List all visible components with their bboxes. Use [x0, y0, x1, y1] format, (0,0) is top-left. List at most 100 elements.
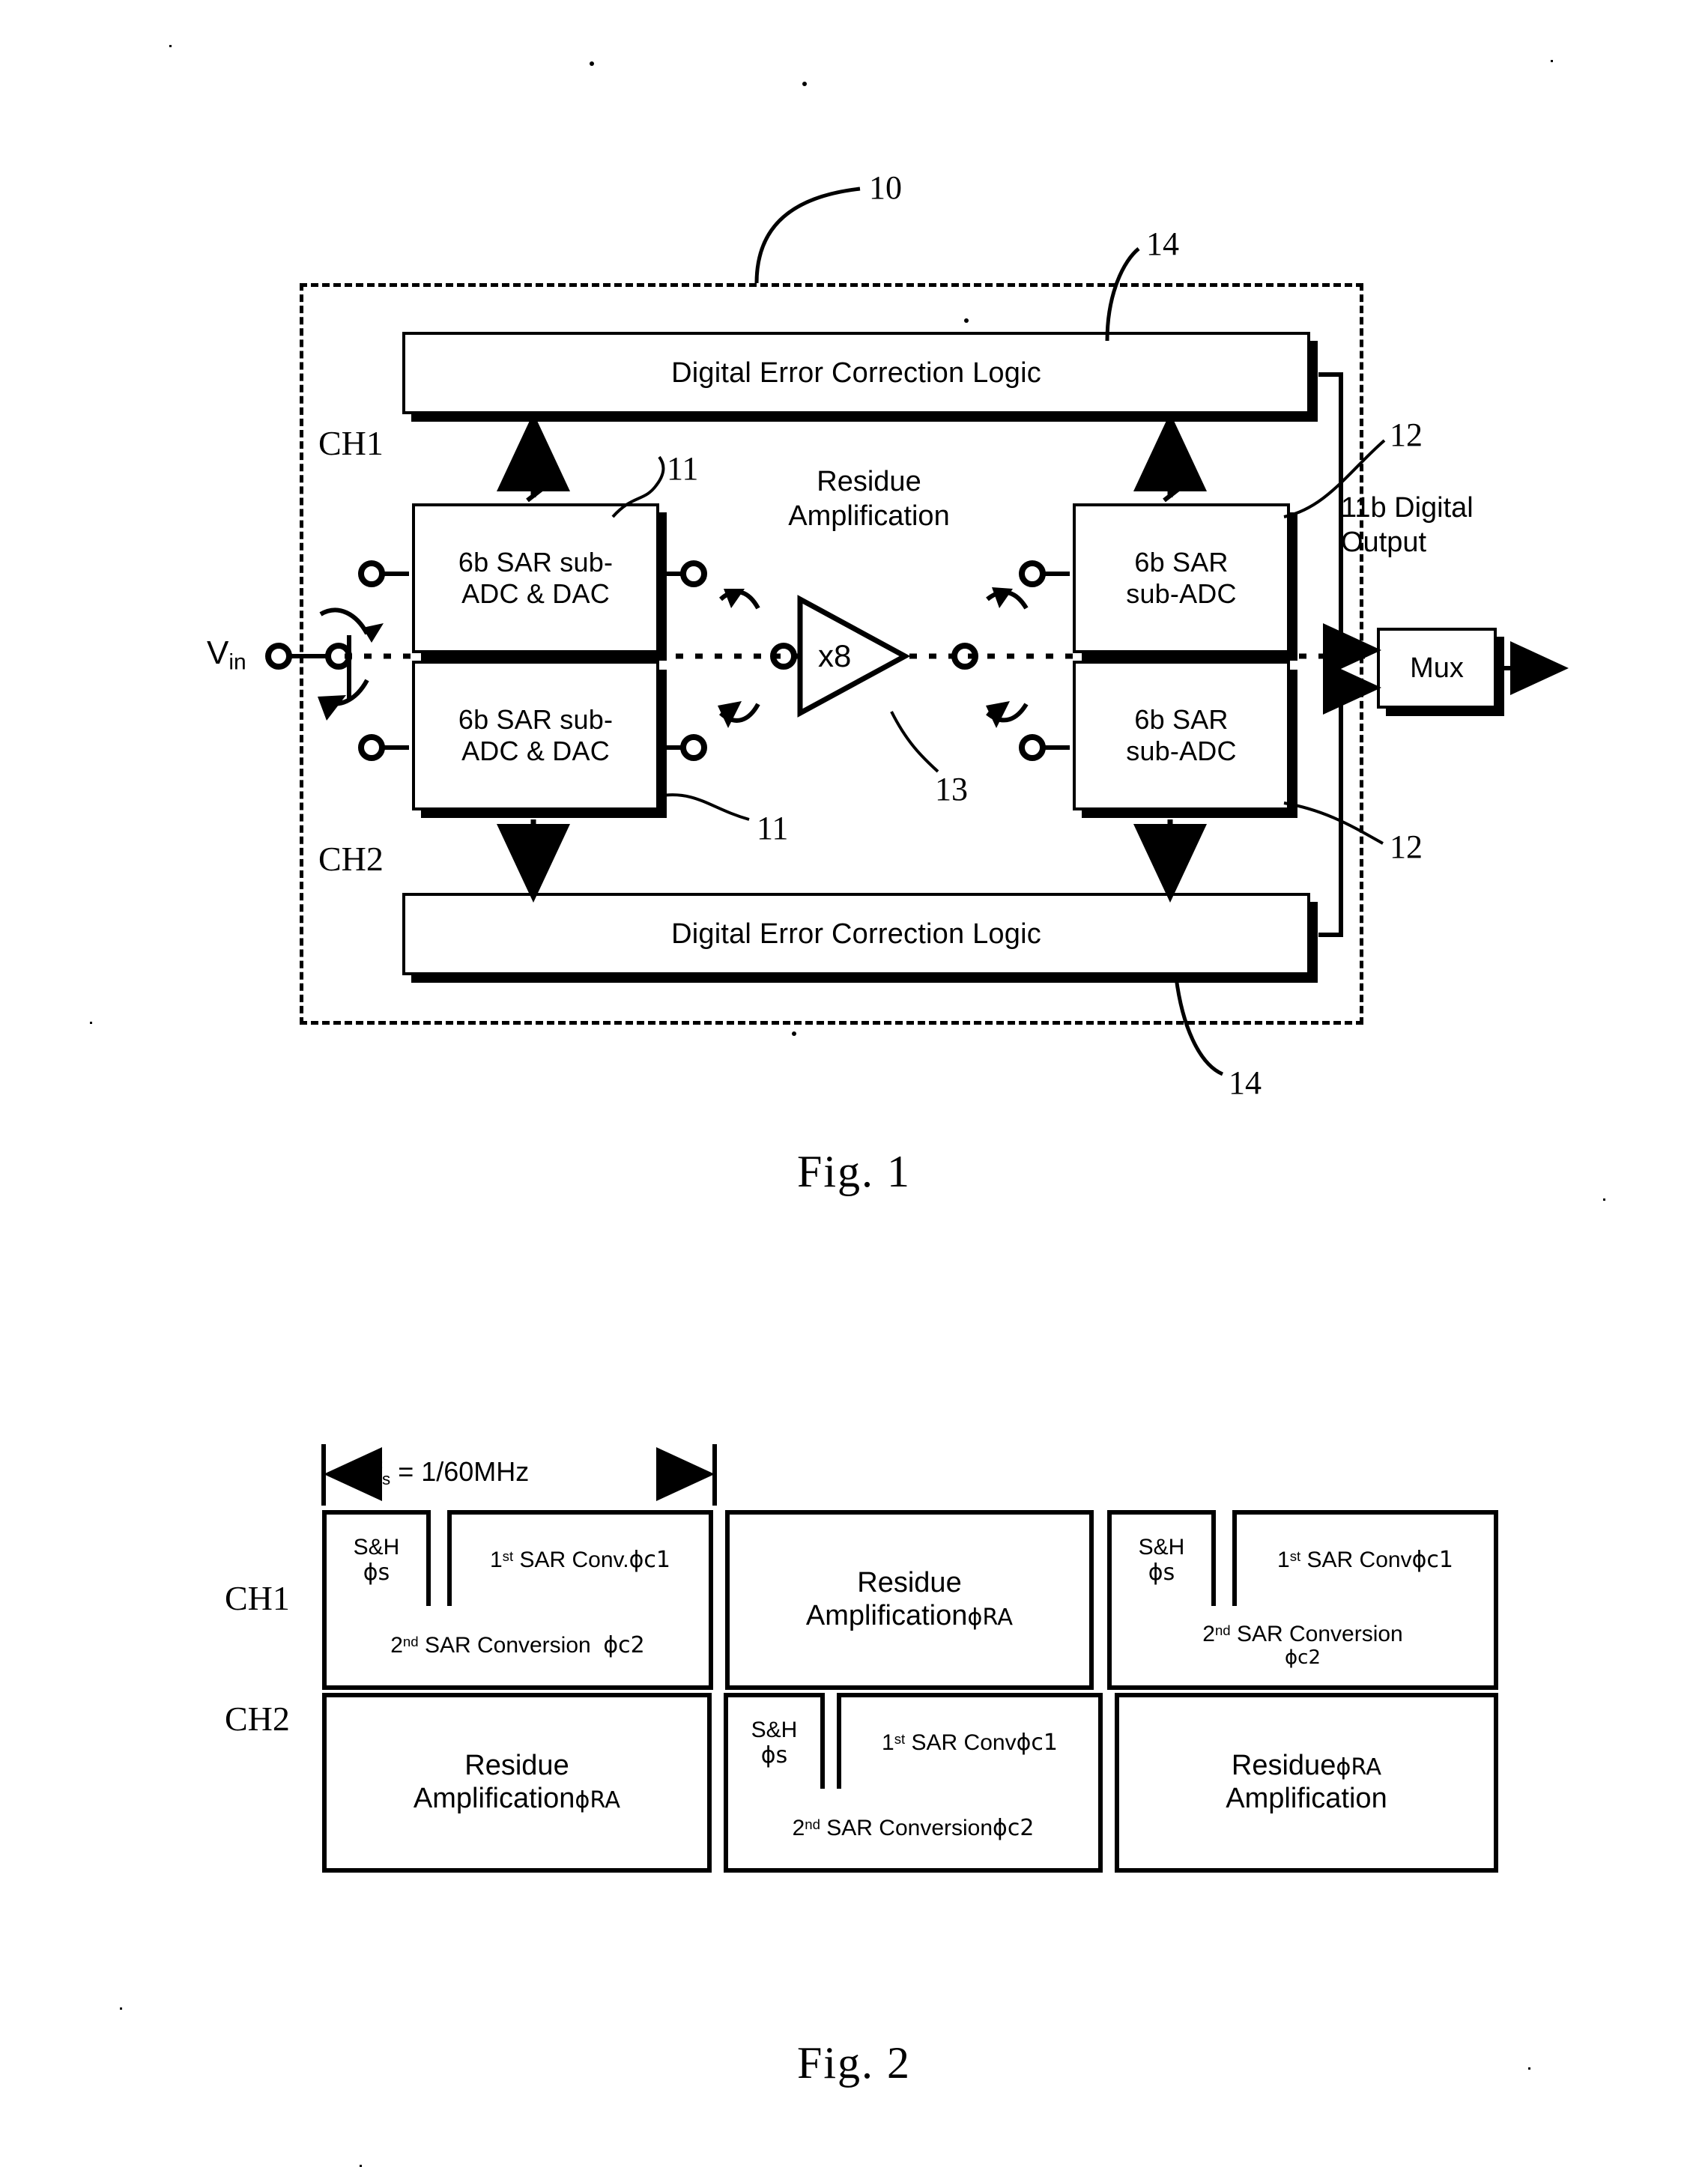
ch2-conv2-phase: ϕc2	[993, 1814, 1035, 1841]
ch2-sh1-text: S&H ϕs	[751, 1718, 798, 1769]
ch1-conv2b-num: 2	[1202, 1621, 1215, 1646]
ch1-sh1-label: S&H	[353, 1534, 400, 1560]
ch2-conv1-text: 1st SAR Convϕc1	[882, 1730, 1058, 1757]
ch1-ra1-phase: ϕRA	[967, 1604, 1014, 1631]
terminal-sar-dac-bottom-in	[358, 734, 385, 761]
ch2-second-sar-conversion-1: 2nd SAR Conversionϕc2	[724, 1789, 1103, 1873]
ch1-conv2-phase: ϕc2	[603, 1631, 645, 1658]
ch1-sample-hold-2: S&H ϕs	[1107, 1510, 1216, 1606]
ch1-conv1b-phase: ϕc1	[1411, 1546, 1453, 1573]
terminal-sar-adc-bottom-in	[1019, 734, 1046, 761]
ch1-second-sar-conversion-2: 2nd SAR Conversion ϕc2	[1107, 1606, 1498, 1690]
ch2-conv2-num: 2	[792, 1815, 805, 1840]
ch2-conv1-num: 1	[882, 1730, 894, 1755]
ch2-ra1-text: Residue AmplificationϕRA	[414, 1750, 620, 1815]
figure-2-caption: Fig. 2	[796, 2038, 912, 2088]
ch1-conv1-ord: st	[502, 1548, 514, 1564]
ch1-sh2-label: S&H	[1138, 1534, 1185, 1560]
ch1-first-sar-conversion-1: 1st SAR Conv.ϕc1	[447, 1510, 713, 1606]
terminal-sar-adc-top-in	[1019, 560, 1046, 587]
ch2-ra2-line1: Residue	[1231, 1750, 1336, 1782]
figure-2: 1/fs = 1/60MHz CH1 CH2 S&H ϕs 1st SAR Co…	[0, 1273, 1708, 2154]
leader-line-12-bottom	[1283, 801, 1384, 845]
ch1-sh2-text: S&H ϕs	[1139, 1535, 1185, 1586]
ch2-conv2-text: 2nd SAR Conversionϕc2	[792, 1814, 1035, 1842]
switch-arc-up	[319, 607, 369, 635]
ch2-conv1-label: SAR Conv	[905, 1730, 1017, 1755]
scan-speckle	[792, 1031, 796, 1036]
terminal-sar-dac-top-in	[358, 560, 385, 587]
ch2-ra2-line2: Amplification	[1226, 1783, 1387, 1814]
mid-switch2-arrow-up	[992, 587, 1013, 608]
figure-1: 10 14 CH1 CH2 Digital Error Correction L…	[0, 0, 1708, 1273]
scan-speckle	[964, 318, 969, 323]
ch2-conv2-label: SAR Conversion	[820, 1815, 993, 1840]
ch1-residue-amplification-1: Residue AmplificationϕRA	[725, 1510, 1094, 1690]
ch1-conv1-phase: ϕc1	[629, 1546, 671, 1573]
ch2-conv1-ord: st	[894, 1730, 906, 1747]
switch-arrow-up	[363, 623, 384, 643]
amplifier-gain-label: x8	[818, 638, 852, 673]
scan-speckle	[120, 2007, 122, 2010]
ch1-sh1-phase: ϕs	[363, 1560, 390, 1586]
dec-top-to-mux-bus	[1318, 372, 1343, 650]
leader-line-14-top	[1105, 247, 1140, 342]
ch1-ra1-text: Residue AmplificationϕRA	[806, 1567, 1013, 1632]
ch2-first-sar-conversion-1: 1st SAR Convϕc1	[837, 1693, 1103, 1789]
terminal-sar-dac-top-out	[680, 560, 707, 587]
ch2-ra2-text: ResidueϕRA Amplification	[1226, 1750, 1387, 1815]
ch1-conv2-num: 2	[390, 1632, 403, 1658]
ch1-conv1-text: 1st SAR Conv.ϕc1	[489, 1546, 671, 1574]
ch2-ra2-phase: ϕRA	[1336, 1754, 1382, 1781]
ch2-residue-amplification-2: ResidueϕRA Amplification	[1115, 1693, 1498, 1873]
ch1-sample-hold-1: S&H ϕs	[322, 1510, 431, 1606]
leader-line-11-top	[611, 455, 665, 518]
leader-line-11-bottom	[661, 793, 750, 821]
mid-switch1-arrow-up	[724, 589, 745, 608]
fig2-channel-label-ch1: CH1	[225, 1579, 290, 1617]
scan-speckle	[802, 82, 807, 86]
leader-line-13	[890, 711, 939, 773]
ch1-conv2b-ord: nd	[1214, 1622, 1231, 1638]
ch1-conv1-label: SAR Conv.	[513, 1547, 629, 1572]
ch2-sh1-phase: ϕs	[760, 1742, 788, 1769]
patent-drawing-sheet: 10 14 CH1 CH2 Digital Error Correction L…	[0, 0, 1708, 2167]
ch1-first-sar-conversion-2: 1st SAR Convϕc1	[1232, 1510, 1498, 1606]
residue-amplifier-triangle	[797, 595, 911, 718]
ch1-conv2b-label: SAR Conversion	[1230, 1621, 1403, 1646]
terminal-sar-dac-bottom-out	[680, 734, 707, 761]
vin-terminal-node	[265, 643, 292, 670]
ch2-ra1-line1: Residue	[464, 1750, 569, 1782]
figure-1-caption: Fig. 1	[796, 1147, 912, 1196]
ch2-sample-hold-1: S&H ϕs	[724, 1693, 825, 1789]
leader-line-14-bottom	[1174, 977, 1224, 1076]
ch1-conv2-text: 2nd SAR Conversion ϕc2	[390, 1631, 645, 1659]
ch1-sh2-phase: ϕs	[1148, 1560, 1175, 1586]
scan-speckle	[169, 45, 172, 47]
ch1-conv2b-phase: ϕc2	[1285, 1646, 1321, 1670]
ch1-conv1-num: 1	[489, 1547, 503, 1572]
scan-speckle	[1551, 60, 1553, 62]
ch1-second-sar-conversion-1: 2nd SAR Conversion ϕc2	[322, 1606, 713, 1690]
leader-line-10	[754, 187, 861, 284]
figure-1-line-art	[265, 61, 1569, 1076]
ch2-ra1-phase: ϕRA	[575, 1787, 621, 1813]
scan-speckle	[90, 1022, 92, 1024]
fig2-channel-label-ch2: CH2	[225, 1700, 290, 1738]
leader-line-12-top	[1283, 439, 1386, 518]
ch1-conv1b-label: SAR Conv	[1300, 1547, 1412, 1572]
ch1-sh1-text: S&H ϕs	[354, 1535, 400, 1586]
ch2-residue-amplification-1: Residue AmplificationϕRA	[322, 1693, 712, 1873]
ch2-ra1-line2: Amplification	[413, 1783, 575, 1814]
ch1-conv2-label: SAR Conversion	[418, 1632, 591, 1658]
scan-speckle	[1528, 2067, 1530, 2070]
ch1-conv1b-text: 1st SAR Convϕc1	[1277, 1546, 1453, 1574]
ch1-conv1b-ord: st	[1289, 1548, 1301, 1564]
scan-speckle	[590, 61, 594, 66]
switch-arrow-down	[318, 695, 346, 721]
scan-speckle	[1603, 1198, 1605, 1201]
ch1-ra1-line2: Amplification	[805, 1600, 968, 1631]
ch1-conv2-ord: nd	[402, 1633, 419, 1649]
dec-bottom-to-mux-bus	[1318, 688, 1343, 937]
ch2-sh1-label: S&H	[751, 1717, 798, 1742]
